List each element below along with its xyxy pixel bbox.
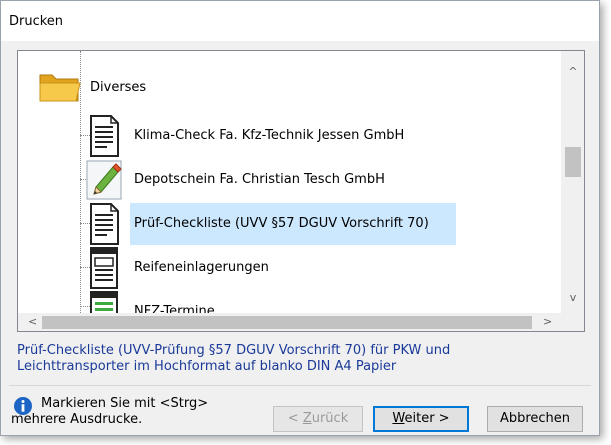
document-icon [90, 115, 119, 157]
tree-viewport: Diverses Klima-Check Fa. Kfz-Technik Jes… [18, 51, 561, 313]
tree-item-label: Klima-Check Fa. Kfz-Technik Jessen GmbH [134, 128, 405, 143]
multi-select-hint: Markieren Sie mit <Strg> mehrere Ausdruc… [11, 396, 263, 428]
hint-line: mehrere Ausdrucke. [11, 412, 143, 427]
scroll-right-arrow-icon[interactable]: > [543, 315, 552, 328]
description-line: Prüf-Checkliste (UVV-Prüfung §57 DGUV Vo… [17, 343, 451, 358]
form-green-icon [90, 291, 118, 313]
next-button[interactable]: Weiter > [373, 406, 469, 432]
document-icon [90, 203, 119, 245]
pencil-icon [86, 160, 122, 200]
horizontal-scroll-thumb[interactable] [42, 316, 532, 329]
print-template-tree[interactable]: Diverses Klima-Check Fa. Kfz-Technik Jes… [17, 50, 585, 332]
tree-item-pruef-checkliste[interactable]: Prüf-Checkliste (UVV §57 DGUV Vorschrift… [86, 202, 456, 246]
back-button-prefix: < [287, 411, 303, 426]
description-line: Leichttransporter im Hochformat auf blan… [17, 359, 397, 374]
scroll-left-arrow-icon[interactable]: < [28, 315, 37, 328]
print-dialog: Drucken Diverses Klima-Check Fa. Kfz-Tec… [0, 0, 600, 436]
next-button-mnemonic: W [392, 411, 405, 426]
scroll-down-arrow-icon[interactable]: v [561, 291, 584, 309]
back-button-label: urück [311, 411, 349, 426]
tree-item-label-selected: Prüf-Checkliste (UVV §57 DGUV Vorschrift… [130, 203, 456, 245]
tree-item-depotschein[interactable]: Depotschein Fa. Christian Tesch GmbH [86, 158, 389, 202]
tree-item-nfz-termine[interactable]: NFZ-Termine [86, 290, 219, 313]
dialog-title: Drucken [1, 1, 599, 41]
vertical-scrollbar[interactable]: ^ v [561, 51, 584, 313]
divider [9, 385, 591, 386]
tree-item-reifeneinlagerungen[interactable]: Reifeneinlagerungen [86, 246, 273, 290]
hint-text: Markieren Sie mit <Strg> mehrere Ausdruc… [11, 396, 209, 428]
tree-item-klima-check[interactable]: Klima-Check Fa. Kfz-Technik Jessen GmbH [86, 114, 408, 158]
scrollbar-corner [561, 313, 584, 331]
hint-line: Markieren Sie mit <Strg> [41, 396, 209, 411]
back-button-mnemonic: Z [302, 411, 312, 426]
template-description: Prüf-Checkliste (UVV-Prüfung §57 DGUV Vo… [17, 343, 585, 375]
tree-folder-diverses[interactable]: Diverses [38, 63, 146, 111]
scroll-up-arrow-icon[interactable]: ^ [561, 65, 584, 83]
cancel-button[interactable]: Abbrechen [487, 406, 583, 432]
next-button-label: eiter > [404, 411, 450, 426]
folder-icon [39, 74, 81, 102]
tree-folder-label: Diverses [90, 79, 147, 95]
vertical-scroll-thumb[interactable] [565, 147, 581, 177]
form-icon [90, 247, 118, 289]
tree-item-label: Depotschein Fa. Christian Tesch GmbH [134, 172, 385, 187]
tree-item-label: NFZ-Termine [134, 304, 215, 313]
tree-item-label: Reifeneinlagerungen [134, 260, 269, 275]
back-button[interactable]: < Zurück [273, 406, 363, 432]
horizontal-scrollbar[interactable]: < > [18, 313, 561, 331]
